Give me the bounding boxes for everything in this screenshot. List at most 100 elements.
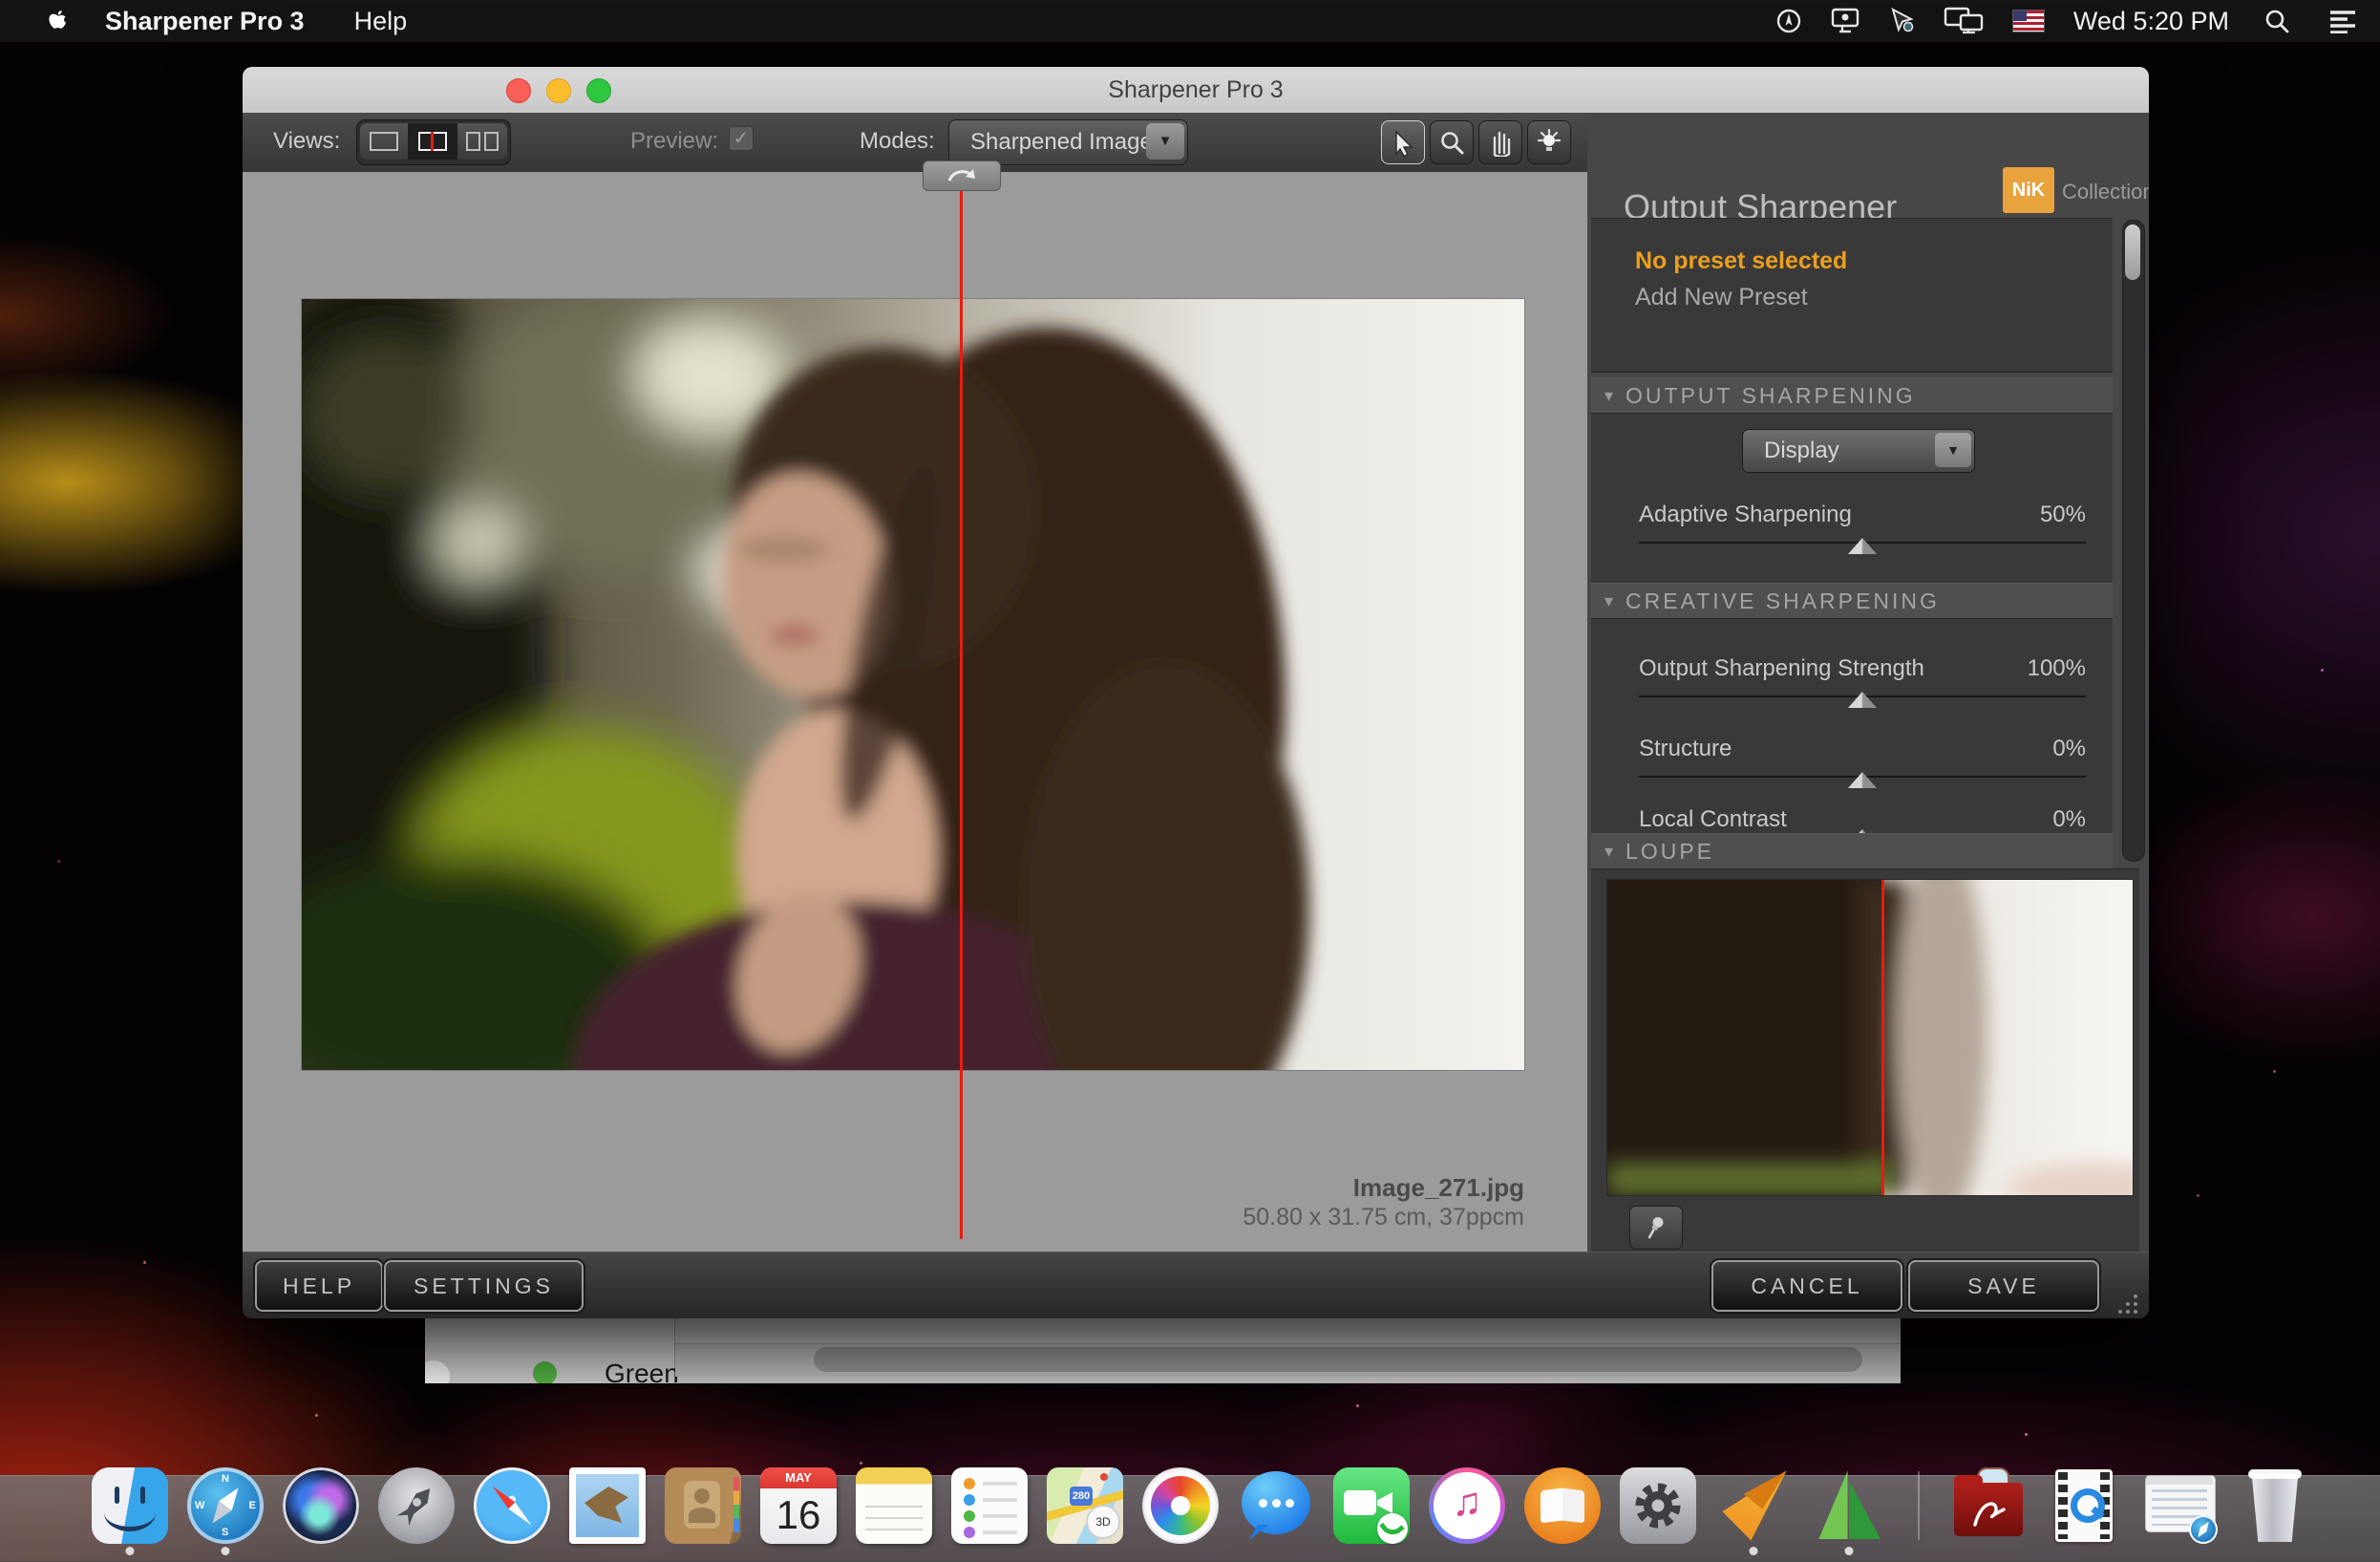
slider-handle[interactable] (1848, 538, 1877, 554)
green-tag-dot (533, 1361, 557, 1383)
running-indicator (1750, 1547, 1758, 1555)
cancel-button[interactable]: CANCEL (1711, 1260, 1902, 1312)
green-arrow-app-icon[interactable] (1811, 1467, 1887, 1544)
loupe-pin-button[interactable] (1629, 1206, 1683, 1250)
output-strength-slider[interactable] (1639, 695, 2086, 697)
trash-icon[interactable] (2237, 1467, 2313, 1544)
adaptive-sharpening-slider[interactable] (1639, 542, 2086, 544)
compass-app-icon[interactable]: N S W E (187, 1467, 264, 1544)
mode-dropdown-arrow-icon: ▼ (1146, 123, 1184, 160)
local-contrast-label: Local Contrast (1639, 806, 1787, 833)
panel-scrollbar-thumb[interactable] (2125, 225, 2140, 280)
spotlight-icon[interactable] (2263, 8, 2290, 34)
reminders-icon[interactable] (951, 1467, 1028, 1544)
finder-icon[interactable] (92, 1467, 168, 1544)
acrobat-folder-icon[interactable] (1950, 1467, 2027, 1544)
menu-help[interactable]: Help (354, 7, 408, 36)
panel-scrollbar-track[interactable] (2122, 220, 2145, 862)
loupe-header[interactable]: ▾LOUPE (1591, 833, 2113, 870)
zoom-tool-icon (1438, 129, 1465, 156)
system-preferences-icon[interactable] (1620, 1467, 1696, 1544)
zoom-tool-button[interactable] (1430, 120, 1474, 164)
split-preview-line[interactable] (960, 173, 963, 1239)
view-mode-group (356, 119, 511, 165)
minimized-window-icon[interactable] (2141, 1467, 2218, 1544)
screen-cursor-icon[interactable] (1888, 7, 1917, 35)
adaptive-sharpening-label: Adaptive Sharpening (1639, 502, 1852, 528)
hand-tool-button[interactable] (1478, 120, 1522, 164)
acrobat-swirl (1968, 1494, 2008, 1529)
location-icon[interactable] (1775, 8, 1802, 34)
us-flag-icon[interactable] (2012, 10, 2045, 32)
background-window-scrollbar-thumb[interactable] (814, 1347, 1862, 1372)
mail-icon[interactable] (569, 1467, 646, 1544)
adjustments-panel: NiK Collection Output Sharpener No prese… (1587, 113, 2149, 1252)
add-new-preset-link[interactable]: Add New Preset (1635, 284, 1808, 311)
output-sharpening-title: OUTPUT SHARPENING (1626, 383, 1916, 408)
lightbulb-tool-button[interactable] (1527, 120, 1571, 164)
safari-icon[interactable] (474, 1467, 550, 1544)
photos-icon[interactable] (1142, 1467, 1219, 1544)
running-indicator (222, 1547, 230, 1555)
background-window-scrollbar-track[interactable] (675, 1343, 1901, 1377)
preview-checkbox[interactable]: ✓ (729, 126, 754, 151)
siri-icon[interactable] (283, 1467, 359, 1544)
side-by-side-view-button[interactable] (457, 123, 507, 160)
contacts-icon[interactable] (665, 1467, 741, 1544)
background-window-item-label[interactable]: Green (605, 1359, 679, 1383)
views-label: Views: (273, 128, 340, 155)
itunes-icon[interactable]: ♫ (1429, 1467, 1505, 1544)
menu-clock[interactable]: Wed 5:20 PM (2073, 7, 2229, 36)
title-bar[interactable]: Sharpener Pro 3 (243, 67, 2149, 114)
split-line-handle[interactable] (923, 160, 1001, 191)
slider-handle[interactable] (1848, 772, 1877, 788)
device-dropdown[interactable]: Display ▼ (1742, 429, 1975, 473)
output-sharpening-header[interactable]: ▾OUTPUT SHARPENING (1591, 377, 2113, 415)
device-dropdown-value: Display (1764, 438, 1839, 464)
settings-button[interactable]: SETTINGS (384, 1260, 584, 1312)
loupe-preview[interactable] (1607, 880, 2133, 1195)
window-footer: HELP SETTINGS CANCEL SAVE (243, 1252, 2149, 1318)
single-view-button[interactable] (360, 123, 408, 160)
side-by-side-right-icon (484, 132, 499, 151)
structure-value: 0% (2052, 736, 2086, 762)
facetime-icon[interactable] (1333, 1467, 1410, 1544)
loupe-section (1591, 868, 2139, 1252)
split-view-button[interactable] (408, 123, 457, 160)
background-window[interactable]: Green (425, 1318, 1901, 1383)
notes-icon[interactable] (856, 1467, 932, 1544)
structure-slider[interactable] (1639, 776, 2086, 778)
maps-route-badge: 280 (1070, 1487, 1093, 1506)
quicktime-document-icon[interactable] (2046, 1467, 2122, 1544)
background-window-partial-icon (425, 1360, 450, 1383)
creative-sharpening-header[interactable]: ▾CREATIVE SHARPENING (1591, 583, 2113, 620)
photo[interactable] (302, 299, 1524, 1070)
dock-icons: N S W E MAY 16 280 (92, 1467, 2313, 1544)
slider-handle[interactable] (1848, 692, 1877, 708)
orange-arrow-app-icon[interactable] (1715, 1467, 1792, 1544)
mode-dropdown[interactable]: Sharpened Image ▼ (948, 119, 1188, 165)
messages-icon[interactable] (1238, 1467, 1314, 1544)
notification-center-icon[interactable] (2328, 9, 2357, 33)
save-button[interactable]: SAVE (1908, 1260, 2099, 1312)
mode-dropdown-value: Sharpened Image (970, 129, 1153, 156)
window-title: Sharpener Pro 3 (243, 67, 2149, 113)
calendar-icon[interactable]: MAY 16 (760, 1467, 837, 1544)
image-dimensions: 50.80 x 31.75 cm, 37ppcm (1142, 1204, 1524, 1231)
resize-grip-icon[interactable] (2107, 1293, 2139, 1316)
device-dropdown-arrow-icon: ▼ (1935, 433, 1971, 467)
maps-icon[interactable]: 280 3D (1047, 1467, 1123, 1544)
photo-image (302, 299, 1524, 1070)
split-view-icon (418, 132, 447, 151)
launchpad-icon[interactable] (378, 1467, 455, 1544)
dock-separator (1918, 1471, 1920, 1540)
apple-menu-icon[interactable] (44, 7, 69, 35)
image-canvas[interactable]: Image_271.jpg 50.80 x 31.75 cm, 37ppcm (243, 172, 1587, 1252)
displays-icon[interactable] (1944, 7, 1986, 35)
pointer-tool-button[interactable] (1381, 120, 1425, 164)
help-button[interactable]: HELP (255, 1260, 383, 1312)
ibooks-icon[interactable] (1524, 1467, 1601, 1544)
time-machine-display-icon[interactable] (1829, 7, 1861, 35)
menu-app-name[interactable]: Sharpener Pro 3 (105, 7, 305, 36)
pin-icon (1644, 1214, 1668, 1241)
